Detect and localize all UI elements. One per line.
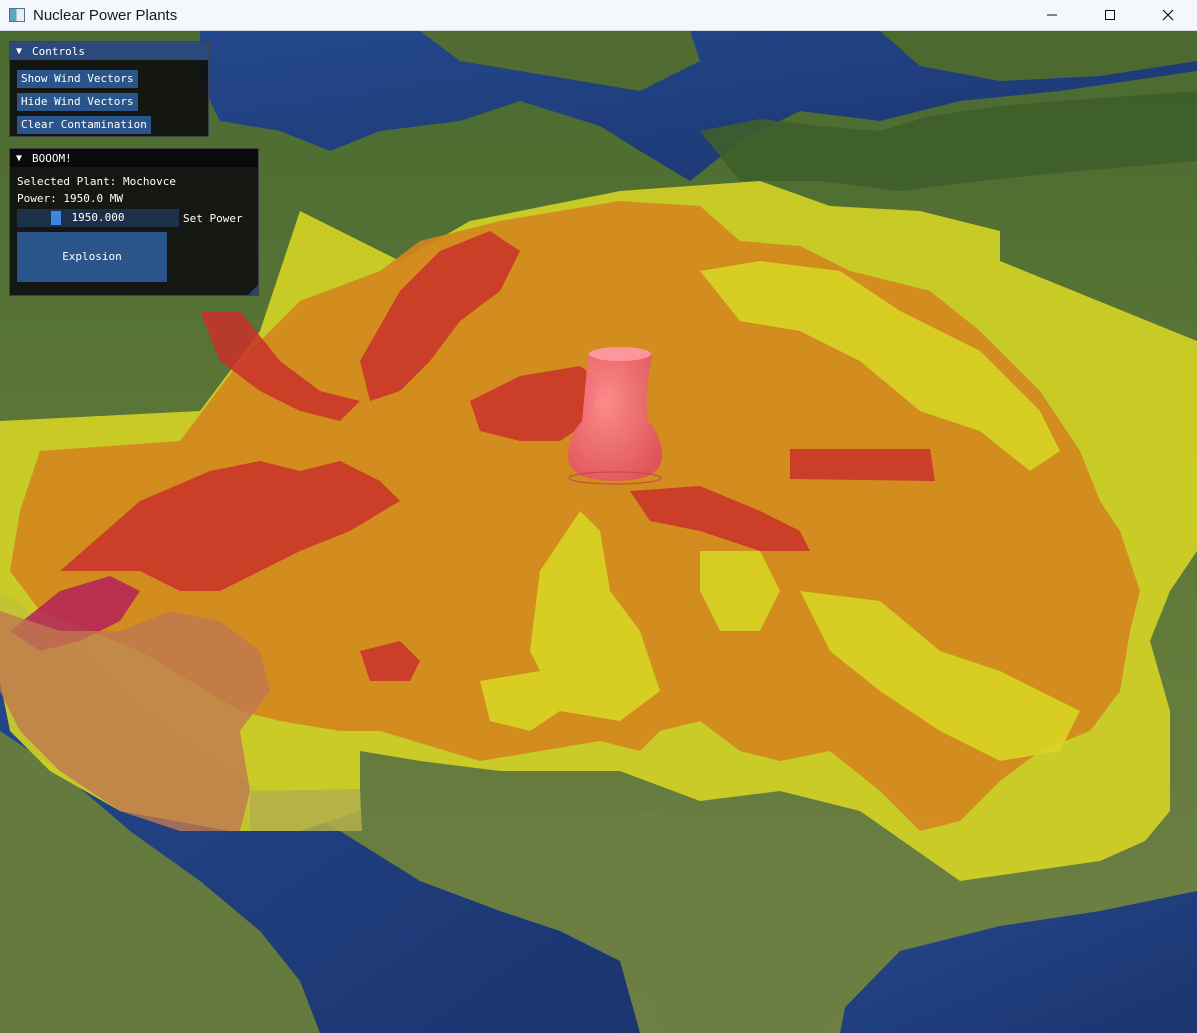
app-window-icon	[9, 8, 25, 22]
show-wind-vectors-button[interactable]: Show Wind Vectors	[17, 70, 138, 88]
collapse-arrow-icon[interactable]: ▼	[16, 153, 22, 164]
boom-panel-title: BOOOM!	[32, 151, 72, 165]
contamination-over-sea-low	[250, 789, 362, 831]
maximize-icon	[1105, 10, 1115, 20]
minimize-icon	[1047, 14, 1057, 16]
panel-resize-grip[interactable]	[248, 285, 258, 295]
cooling-tower-top	[589, 347, 651, 361]
explosion-button[interactable]: Explosion	[17, 232, 167, 282]
title-bar[interactable]: Nuclear Power Plants	[0, 0, 1197, 31]
contamination-high-zone-east	[790, 449, 935, 481]
controls-panel[interactable]: ▼ Controls Show Wind Vectors Hide Wind V…	[9, 41, 209, 137]
controls-panel-header[interactable]: ▼ Controls	[10, 42, 208, 60]
collapse-arrow-icon[interactable]: ▼	[16, 46, 22, 57]
minimize-button[interactable]	[1023, 0, 1081, 30]
selected-plant-text: Selected Plant: Mochovce	[17, 175, 176, 188]
power-text: Power: 1950.0 MW	[17, 192, 123, 205]
window-title: Nuclear Power Plants	[33, 6, 178, 24]
hide-wind-vectors-button[interactable]: Hide Wind Vectors	[17, 93, 138, 111]
map-viewport[interactable]: ▼ Controls Show Wind Vectors Hide Wind V…	[0, 31, 1197, 1033]
set-power-label: Set Power	[183, 212, 243, 225]
boom-panel[interactable]: ▼ BOOOM! Selected Plant: Mochovce Power:…	[9, 148, 259, 296]
maximize-button[interactable]	[1081, 0, 1139, 30]
app-window: Nuclear Power Plants ▼ Controls Show Win…	[0, 0, 1197, 1033]
close-button[interactable]	[1139, 0, 1197, 30]
controls-panel-title: Controls	[32, 44, 86, 58]
power-slider[interactable]: 1950.000	[17, 209, 179, 227]
clear-contamination-button[interactable]: Clear Contamination	[17, 116, 151, 134]
boom-panel-header[interactable]: ▼ BOOOM!	[10, 149, 258, 167]
window-controls	[1023, 0, 1197, 30]
close-icon	[1162, 9, 1174, 21]
power-slider-value: 1950.000	[71, 211, 125, 224]
